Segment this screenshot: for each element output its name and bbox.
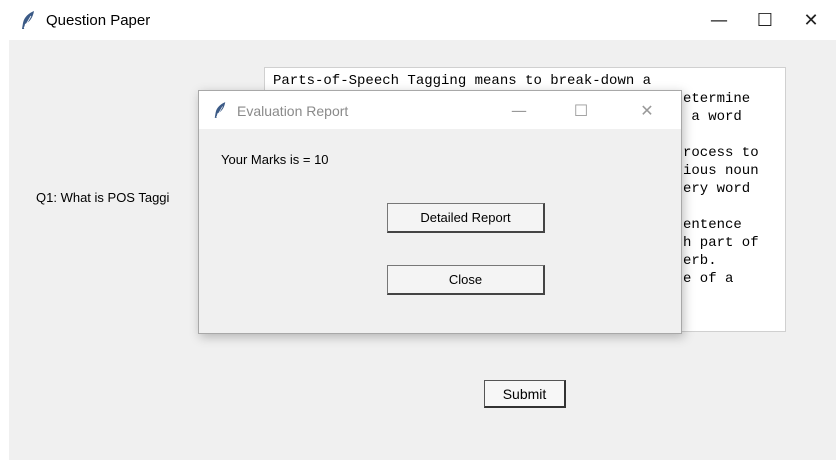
- answer-line: h part of: [683, 235, 759, 251]
- answer-line: e of a: [683, 271, 734, 287]
- feather-icon: [20, 10, 36, 35]
- answer-line: ery word: [683, 181, 751, 197]
- answer-line: rocess to: [683, 145, 759, 161]
- maximize-button[interactable]: ☐: [742, 0, 788, 40]
- answer-line: ious noun: [683, 163, 759, 179]
- marks-label: Your Marks is = 10: [221, 152, 329, 167]
- submit-button[interactable]: Submit: [484, 380, 566, 408]
- evaluation-report-dialog: Evaluation Report — ☐ ✕ Your Marks is = …: [198, 90, 682, 334]
- answer-line: Parts-of-Speech Tagging means to break-d…: [273, 73, 652, 89]
- answer-line: a word: [683, 109, 742, 125]
- feather-icon: [213, 101, 227, 124]
- dialog-close-button[interactable]: ✕: [625, 91, 669, 129]
- answer-line: entence: [683, 217, 742, 233]
- minimize-button[interactable]: —: [696, 0, 742, 40]
- close-button[interactable]: ✕: [788, 0, 834, 40]
- dialog-titlebar: Evaluation Report — ☐ ✕: [199, 91, 681, 129]
- question-label: Q1: What is POS Taggi: [36, 190, 170, 205]
- dialog-close-action-button[interactable]: Close: [387, 265, 545, 295]
- answer-line: erb.: [683, 253, 717, 269]
- main-titlebar: Question Paper — ☐ ✕: [0, 0, 836, 40]
- dialog-minimize-button[interactable]: —: [497, 91, 541, 129]
- answer-line: etermine: [683, 91, 751, 107]
- detailed-report-button[interactable]: Detailed Report: [387, 203, 545, 233]
- window-title: Question Paper: [46, 12, 151, 29]
- dialog-maximize-button[interactable]: ☐: [559, 91, 603, 129]
- dialog-title: Evaluation Report: [237, 103, 349, 119]
